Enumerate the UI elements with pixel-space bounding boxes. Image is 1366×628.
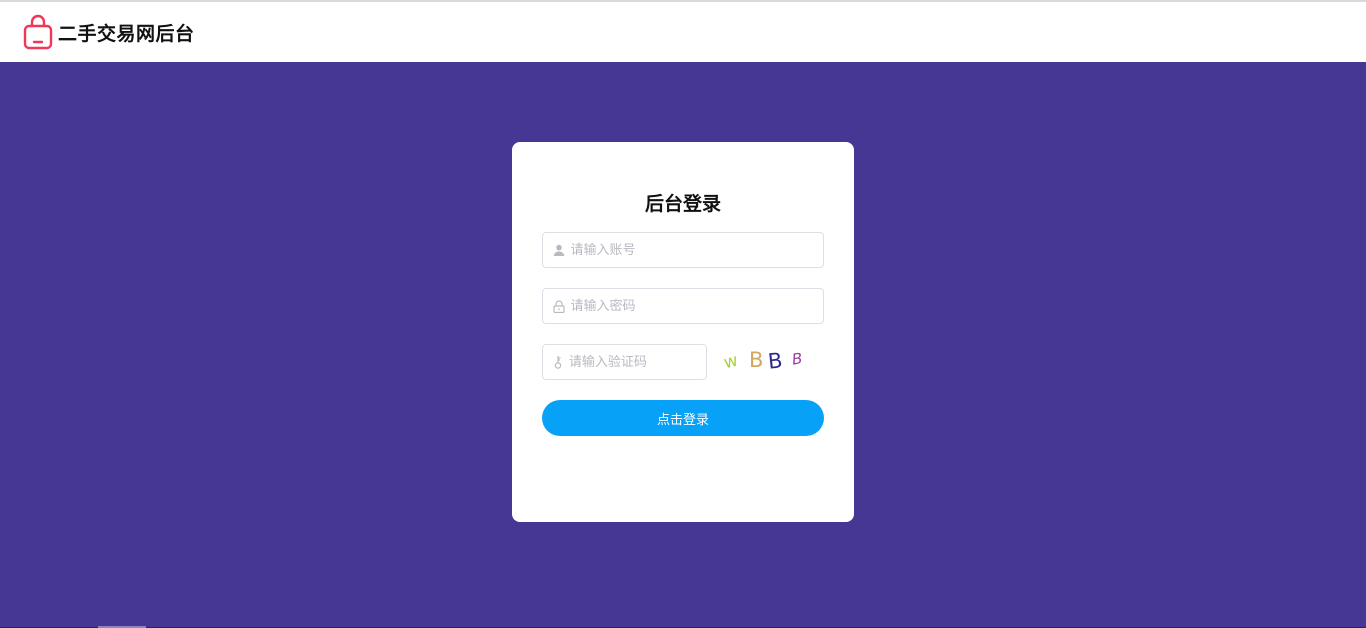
lock-icon — [543, 289, 570, 323]
login-card: 后台登录 请输入账号 请输入验证码 w B B B 点击登录 — [512, 142, 854, 522]
username-field[interactable] — [542, 232, 824, 268]
key-icon — [543, 345, 569, 379]
app-title: 二手交易网后台 — [58, 22, 195, 45]
captcha-field[interactable] — [542, 344, 707, 380]
captcha-input[interactable] — [568, 345, 706, 379]
app-header: 二手交易网后台 — [0, 2, 1366, 62]
password-input[interactable] — [570, 289, 823, 323]
login-title: 后台登录 — [644, 193, 721, 215]
login-button[interactable]: 点击登录 — [542, 400, 824, 436]
shopping-bag-icon — [23, 14, 53, 50]
captcha-char: B — [749, 348, 764, 372]
password-field[interactable] — [542, 288, 824, 324]
username-input[interactable] — [570, 233, 823, 267]
login-page: 后台登录 请输入账号 请输入验证码 w B B B 点击登录 — [0, 62, 1366, 628]
captcha-char: B — [766, 348, 784, 374]
captcha-char: B — [790, 349, 804, 369]
user-icon — [543, 233, 570, 267]
captcha-char: w — [721, 350, 741, 374]
captcha-image[interactable]: w B B B — [720, 344, 810, 380]
